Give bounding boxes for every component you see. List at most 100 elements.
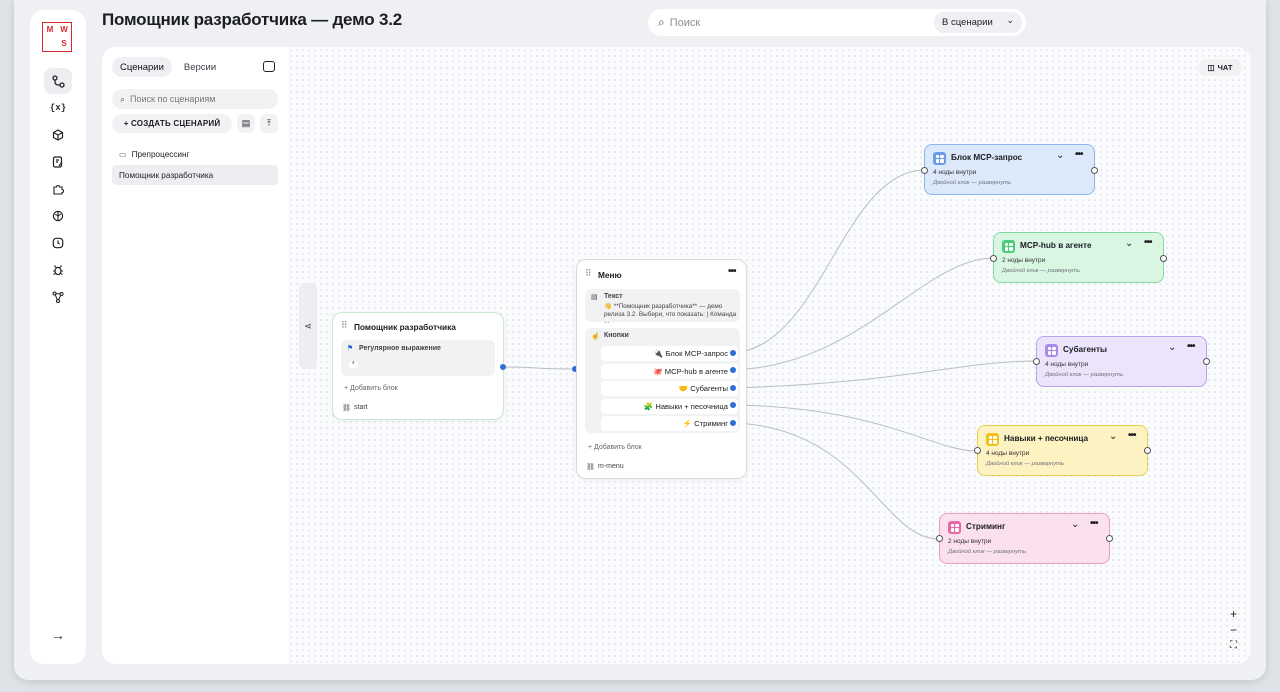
cube-icon[interactable] (44, 122, 72, 148)
menu-button[interactable]: 🤝 Субагенты (601, 381, 738, 396)
group-subtitle: 2 ноды внутри (948, 538, 992, 545)
menu-button[interactable]: ⚡ Стриминг (601, 416, 738, 431)
output-port[interactable] (730, 350, 736, 356)
brain-icon[interactable] (44, 203, 72, 229)
chat-button[interactable]: ◫ ЧАТ (1199, 59, 1241, 76)
bug-icon[interactable] (44, 257, 72, 283)
group-title: Навыки + песочница (1004, 434, 1089, 443)
input-port[interactable] (974, 447, 981, 454)
flow-icon[interactable] (44, 68, 72, 94)
edit-note-icon[interactable] (44, 149, 72, 175)
output-port[interactable] (500, 364, 506, 370)
text-block[interactable]: ▤ Текст 👋 **Помощник разработчика** — де… (585, 289, 740, 325)
search-scope-value: В сценарии (942, 17, 993, 28)
group-hint: Двойной клик — развернуть (1002, 268, 1080, 274)
global-search-input[interactable]: ⌕ Поиск В сценарии ⌄ (648, 9, 1026, 36)
fit-view-button[interactable]: ⛶ (1230, 640, 1237, 651)
page-title: Помощник разработчика — демо 3.2 (102, 10, 402, 29)
variables-icon[interactable]: {x} (44, 95, 72, 121)
group-hint: Двойной клик — развернуть (948, 549, 1026, 555)
flag-icon: ⚑ (347, 345, 354, 352)
group-subtitle: 4 ноды внутри (986, 450, 1030, 457)
node-id: m-menu (598, 463, 624, 470)
group-title: Субагенты (1063, 345, 1107, 354)
exit-arrow-icon[interactable]: → (44, 622, 72, 648)
chevron-down-icon[interactable]: ⌄ (1071, 519, 1079, 530)
output-port[interactable] (730, 402, 736, 408)
output-port[interactable] (730, 420, 736, 426)
menu-button[interactable]: 🔌 Блок MCP-запрос (601, 346, 738, 361)
group-title: Блок MCP-запрос (951, 153, 1023, 162)
group-hint: Двойной клик — развернуть (986, 461, 1064, 467)
chevron-down-icon[interactable]: ⌄ (1125, 238, 1133, 249)
drag-handle-icon[interactable]: ⠿ (585, 268, 592, 279)
grid-icon (933, 152, 946, 165)
text-icon: ▤ (591, 294, 598, 301)
chevron-down-icon[interactable]: ⌄ (1056, 150, 1064, 161)
text-line-1: 👋 **Помощник разработчика** — демо (604, 303, 723, 310)
menu-button[interactable]: 🧩 Навыки + песочница (601, 399, 738, 414)
grid-icon (986, 433, 999, 446)
input-port[interactable] (921, 167, 928, 174)
output-port[interactable] (730, 385, 736, 391)
input-port[interactable] (1033, 358, 1040, 365)
group-title: Стриминг (966, 522, 1006, 531)
group-node-subagents[interactable]: Субагенты 4 ноды внутри Двойной клик — р… (1036, 336, 1207, 387)
output-port[interactable] (730, 367, 736, 373)
menu-node[interactable]: ⠿ Меню ••• ▤ Текст 👋 **Помощник разработ… (576, 259, 747, 479)
mws-logo: M W S (42, 22, 72, 52)
group-node-streaming[interactable]: Стриминг 2 ноды внутри Двойной клик — ра… (939, 513, 1110, 564)
output-port[interactable] (1160, 255, 1167, 262)
more-icon[interactable]: ••• (1187, 341, 1195, 352)
regex-block[interactable]: ⚑ Регулярное выражение * (341, 340, 495, 376)
chevron-down-icon: ⌄ (1006, 15, 1014, 25)
grid-icon (1045, 344, 1058, 357)
input-port[interactable] (990, 255, 997, 262)
drag-handle-icon[interactable]: ⠿ (341, 320, 348, 331)
group-node-skills-sandbox[interactable]: Навыки + песочница 4 ноды внутри Двойной… (977, 425, 1148, 476)
chevron-down-icon[interactable]: ⌄ (1109, 431, 1117, 442)
zoom-out-button[interactable]: − (1230, 623, 1237, 637)
search-icon: ⌕ (658, 15, 665, 29)
group-title: MCP-hub в агенте (1020, 241, 1092, 250)
group-subtitle: 2 ноды внутри (1002, 257, 1046, 264)
pointer-icon: ☝ (591, 333, 600, 340)
start-node[interactable]: ⠿ Помощник разработчика ⚑ Регулярное выр… (332, 312, 504, 420)
flow-handle-icon[interactable]: ⋖ (299, 283, 317, 369)
group-node-mcp-hub[interactable]: MCP-hub в агенте 2 ноды внутри Двойной к… (993, 232, 1164, 283)
add-block-button[interactable]: + Добавить блок (344, 385, 398, 392)
menu-button[interactable]: 🐙 MCP-hub в агенте (601, 364, 738, 379)
graph-icon[interactable] (44, 284, 72, 310)
buttons-block-title: Кнопки (604, 332, 629, 339)
link-icon: ⛓ (342, 405, 351, 412)
output-port[interactable] (1091, 167, 1098, 174)
search-placeholder: Поиск (669, 16, 701, 29)
more-icon[interactable]: ••• (1090, 518, 1098, 529)
chat-label: ЧАТ (1217, 63, 1233, 72)
output-port[interactable] (1106, 535, 1113, 542)
workspace: Сценарии Версии ⌕ Поиск по сценариям + С… (102, 47, 1251, 664)
output-port[interactable] (1203, 358, 1210, 365)
more-icon[interactable]: ••• (728, 266, 736, 277)
text-line-2: релиза 3.2. Выбери, что показать: | Кома… (604, 311, 737, 325)
node-title: Помощник разработчика (354, 322, 456, 332)
input-port[interactable] (936, 535, 943, 542)
output-port[interactable] (1144, 447, 1151, 454)
regex-value: * (349, 361, 358, 368)
more-icon[interactable]: ••• (1075, 149, 1083, 160)
node-id: start (354, 404, 368, 411)
chevron-down-icon[interactable]: ⌄ (1168, 342, 1176, 353)
clock-icon[interactable] (44, 230, 72, 256)
group-hint: Двойной клик — развернуть (933, 180, 1011, 186)
group-subtitle: 4 ноды внутри (933, 169, 977, 176)
group-hint: Двойной клик — развернуть (1045, 372, 1123, 378)
node-title: Меню (598, 270, 622, 280)
plugin-icon[interactable] (44, 176, 72, 202)
more-icon[interactable]: ••• (1144, 237, 1152, 248)
text-block-title: Текст (604, 293, 623, 300)
add-block-button[interactable]: + Добавить блок (588, 444, 642, 451)
zoom-in-button[interactable]: + (1230, 607, 1237, 621)
group-node-mcp-request[interactable]: Блок MCP-запрос 4 ноды внутри Двойной кл… (924, 144, 1095, 195)
search-scope-select[interactable]: В сценарии ⌄ (934, 12, 1022, 33)
more-icon[interactable]: ••• (1128, 430, 1136, 441)
